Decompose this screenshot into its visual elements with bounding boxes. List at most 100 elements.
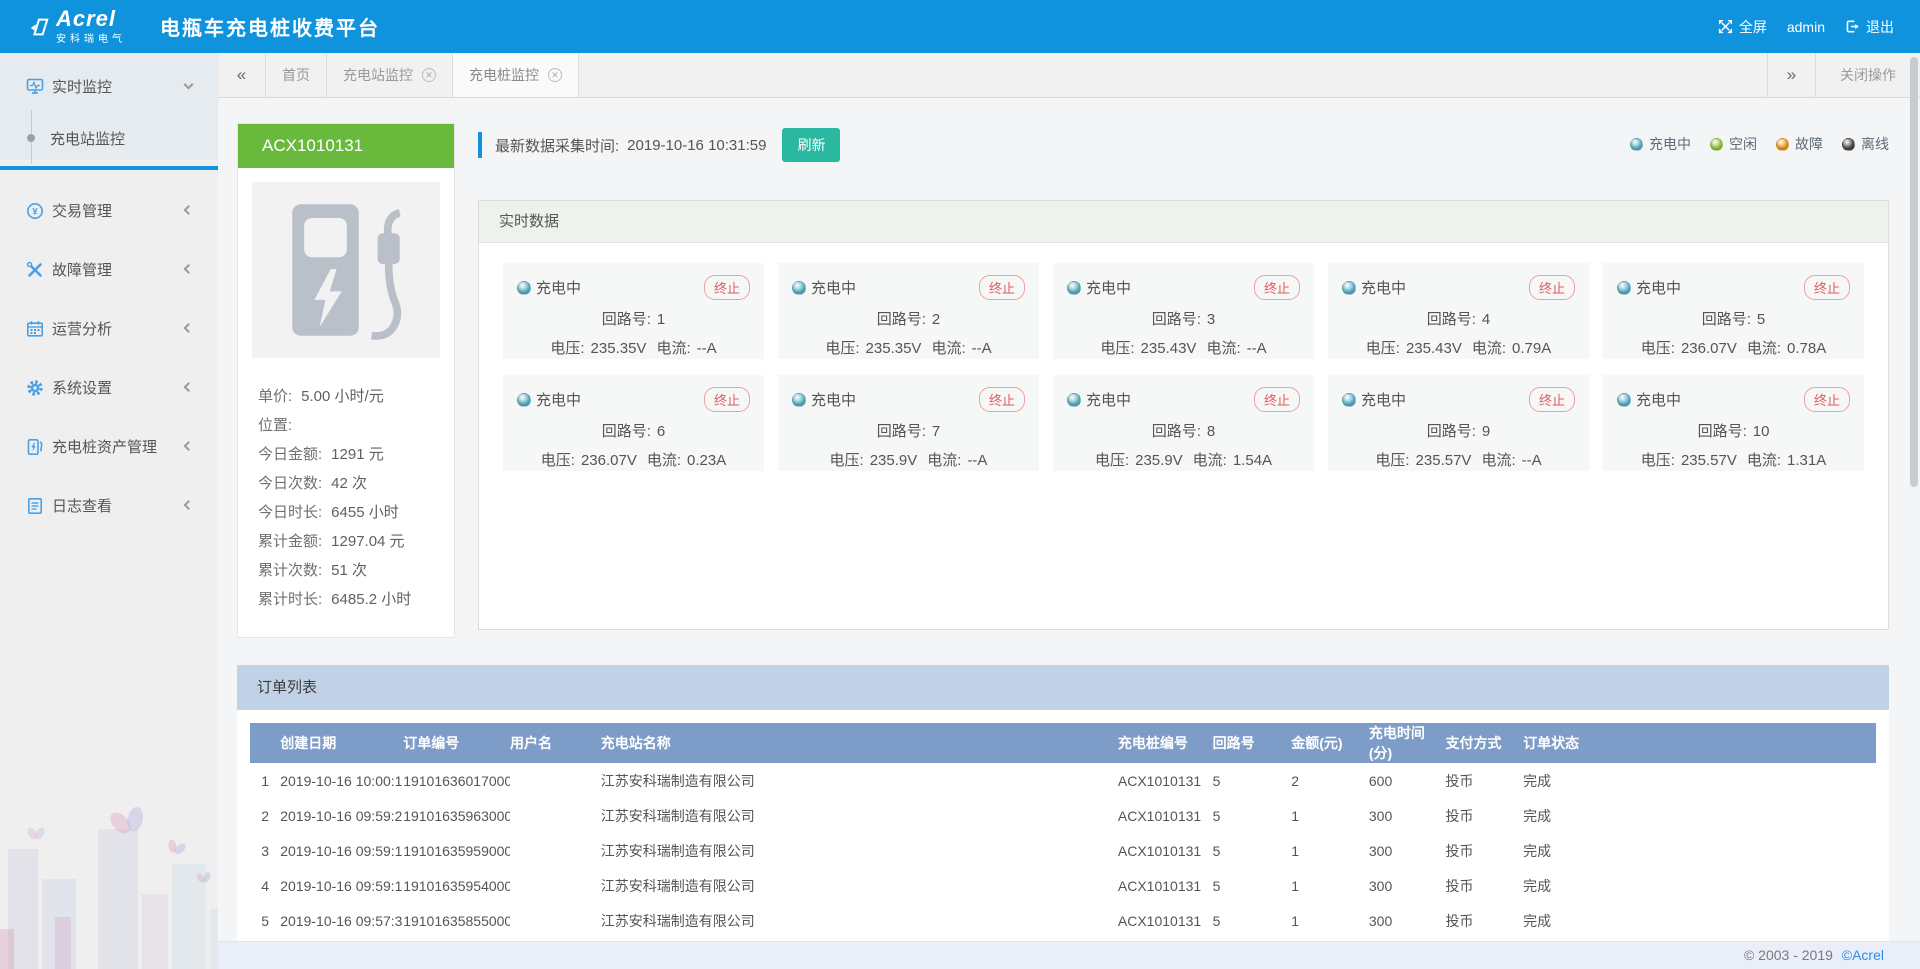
cell-circuit-number: 5 — [1213, 833, 1292, 868]
fullscreen-button[interactable]: 全屏 — [1718, 17, 1767, 37]
orders-table-header: 创建日期 订单编号 用户名 充电站名称 充电桩编号 回路号 金额(元) 充电时间… — [250, 723, 1876, 763]
stop-button[interactable]: 终止 — [1529, 275, 1575, 300]
sidebar-item-realtime-monitor[interactable]: 实时监控 — [0, 66, 218, 106]
stop-button[interactable]: 终止 — [1254, 275, 1300, 300]
card-status-label: 充电中 — [811, 389, 856, 410]
current-label: 电流: — [1747, 340, 1781, 357]
voltage-value: 235.35V — [866, 340, 922, 357]
cell-pay-method: 投币 — [1445, 798, 1523, 833]
voltage-label: 电压: — [1641, 452, 1675, 469]
tab-label: 充电站监控 — [343, 65, 413, 85]
stop-button[interactable]: 终止 — [1254, 387, 1300, 412]
charging-circuit-card: 充电中 终止 回路号:7 电压:235.9V电流:--A — [778, 375, 1039, 471]
charging-circuit-card: 充电中 终止 回路号:1 电压:235.35V电流:--A — [503, 263, 764, 359]
status-ball-icon — [1342, 393, 1356, 407]
voltage-label: 电压: — [1100, 340, 1134, 357]
close-icon[interactable] — [548, 68, 562, 82]
circuit-label: 回路号: — [1702, 311, 1751, 328]
card-status-label: 充电中 — [1086, 389, 1131, 410]
user-menu[interactable]: admin — [1787, 19, 1825, 35]
stop-button[interactable]: 终止 — [1529, 387, 1575, 412]
vertical-scrollbar[interactable] — [1910, 57, 1918, 487]
stat-value: 1297.04 元 — [331, 533, 404, 550]
voltage-value: 236.07V — [1681, 340, 1737, 357]
stop-button[interactable]: 终止 — [979, 387, 1025, 412]
voltage-label: 电压: — [1641, 340, 1675, 357]
column-header: 订单编号 — [403, 723, 510, 763]
close-operations-menu[interactable]: 关闭操作 — [1815, 53, 1920, 97]
sidebar-item-label: 实时监控 — [52, 76, 112, 97]
charging-circuit-card: 充电中 终止 回路号:10 电压:235.57V电流:1.31A — [1603, 375, 1864, 471]
sidebar-item-fault-management[interactable]: 故障管理 — [0, 239, 218, 298]
stat-label: 累计时长: — [258, 591, 322, 608]
logout-button[interactable]: 退出 — [1845, 17, 1894, 37]
voltage-value: 235.9V — [870, 452, 918, 469]
scroll-tabs-left-icon[interactable] — [218, 53, 266, 97]
stop-button[interactable]: 终止 — [704, 275, 750, 300]
circuit-label: 回路号: — [877, 311, 926, 328]
voltage-label: 电压: — [1095, 452, 1129, 469]
cell-created-date: 2019-10-16 09:59:19 — [280, 833, 403, 868]
tab-home[interactable]: 首页 — [266, 53, 327, 97]
cell-amount: 1 — [1291, 903, 1369, 938]
device-stats: 单价:5.00 小时/元 位置: 今日金额:1291 元 今日次数:42 次 今… — [238, 372, 454, 614]
current-label: 电流: — [656, 340, 690, 357]
cell-username — [510, 868, 601, 903]
current-value: 0.23A — [687, 452, 726, 469]
sidebar-item-operation-analysis[interactable]: 运营分析 — [0, 298, 218, 357]
cell-charge-minutes: 300 — [1369, 798, 1446, 833]
cell-username — [510, 763, 601, 798]
charging-circuit-card: 充电中 终止 回路号:5 电压:236.07V电流:0.78A — [1603, 263, 1864, 359]
status-ball-icon — [1617, 281, 1631, 295]
stat-value: 6485.2 小时 — [331, 591, 411, 608]
card-status-label: 充电中 — [1086, 277, 1131, 298]
sidebar-item-label: 运营分析 — [52, 318, 112, 339]
close-icon[interactable] — [422, 68, 436, 82]
device-stat-line: 今日次数:42 次 — [258, 469, 434, 498]
voltage-value: 235.43V — [1406, 340, 1462, 357]
circuit-number: 9 — [1482, 423, 1490, 440]
column-header: 订单状态 — [1523, 723, 1876, 763]
stop-button[interactable]: 终止 — [1804, 275, 1850, 300]
status-ball-icon — [1067, 393, 1081, 407]
brand-link[interactable]: ©Acrel — [1842, 947, 1884, 963]
cell-pay-method: 投币 — [1445, 903, 1523, 938]
cell-order-status: 完成 — [1523, 763, 1876, 798]
tab-label: 充电桩监控 — [469, 65, 539, 85]
stop-button[interactable]: 终止 — [979, 275, 1025, 300]
sidebar-item-pile-assets[interactable]: 充电桩资产管理 — [0, 416, 218, 475]
tree-dot-icon — [27, 134, 35, 142]
card-status-label: 充电中 — [1361, 389, 1406, 410]
sidebar-item-log-view[interactable]: 日志查看 — [0, 475, 218, 534]
order-table-row: 1 2019-10-16 10:00:17 1910163601700047 江… — [250, 763, 1876, 798]
cell-created-date: 2019-10-16 09:57:35 — [280, 903, 403, 938]
legend-item: 空闲 — [1710, 134, 1757, 154]
stop-button[interactable]: 终止 — [1804, 387, 1850, 412]
status-ball-icon — [1067, 281, 1081, 295]
circuit-label: 回路号: — [602, 423, 651, 440]
scroll-tabs-right-icon[interactable] — [1767, 53, 1815, 97]
collect-time-row: 最新数据采集时间: 2019-10-16 10:31:59 刷新 — [478, 128, 840, 162]
cell-order-status: 完成 — [1523, 833, 1876, 868]
sidebar-item-system-settings[interactable]: 系统设置 — [0, 357, 218, 416]
circuit-label: 回路号: — [1427, 423, 1476, 440]
fullscreen-label: 全屏 — [1739, 17, 1767, 37]
stop-button[interactable]: 终止 — [704, 387, 750, 412]
tab-pile-monitor[interactable]: 充电桩监控 — [453, 53, 579, 97]
sidebar-item-station-monitor[interactable]: 充电站监控 — [0, 116, 218, 160]
voltage-label: 电压: — [1366, 340, 1400, 357]
refresh-button[interactable]: 刷新 — [782, 128, 840, 162]
circuit-number: 3 — [1207, 311, 1215, 328]
sidebar-item-transactions[interactable]: 交易管理 — [0, 180, 218, 239]
chevron-left-icon — [184, 323, 194, 333]
monitor-icon — [26, 77, 44, 95]
current-label: 电流: — [1747, 452, 1781, 469]
order-table-row: 5 2019-10-16 09:57:35 1910163585500043 江… — [250, 903, 1876, 938]
status-ball-icon — [517, 281, 531, 295]
chevron-left-icon — [184, 205, 194, 215]
tab-station-monitor[interactable]: 充电站监控 — [327, 53, 453, 97]
column-header: 充电站名称 — [601, 723, 1118, 763]
column-header: 充电桩编号 — [1118, 723, 1213, 763]
legend-label: 故障 — [1795, 134, 1823, 154]
device-image-box — [252, 182, 440, 358]
